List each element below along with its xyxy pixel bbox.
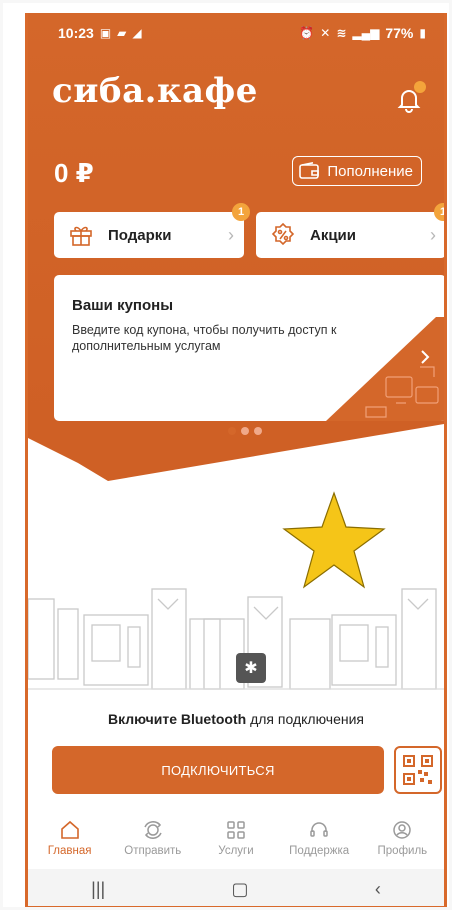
gift-icon — [70, 226, 92, 246]
tab-label: Услуги — [218, 845, 254, 857]
gallery-icon: ▣ — [99, 26, 112, 40]
balance-amount: 0 ₽ — [54, 158, 94, 188]
topup-label: Пополнение — [327, 162, 413, 180]
battery-level: 77% — [385, 25, 414, 41]
tab-label: Профиль — [377, 845, 428, 857]
carousel-dot[interactable] — [241, 427, 249, 435]
coupon-card[interactable]: Ваши купоны Введите код купона, чтобы по… — [54, 275, 444, 421]
promos-label: Акции — [310, 226, 357, 244]
topup-button[interactable]: Пополнение — [292, 156, 422, 186]
qr-scan-button[interactable] — [394, 746, 442, 794]
tab-support[interactable]: Поддержка — [280, 819, 358, 857]
mute-icon: ✕ — [320, 26, 331, 40]
carousel-dot[interactable] — [254, 427, 262, 435]
gifts-label: Подарки — [108, 226, 172, 244]
tab-label: Отправить — [124, 845, 182, 857]
coupon-title: Ваши купоны — [72, 297, 174, 314]
bluetooth-icon: ✱ — [236, 653, 266, 683]
connect-button[interactable]: ПОДКЛЮЧИТЬСЯ — [52, 746, 384, 794]
battery-icon: ▮ — [419, 26, 426, 40]
promos-button[interactable]: Акции › 1 — [256, 203, 444, 258]
navigation-icon: ◢ — [132, 26, 142, 40]
grid-icon — [227, 821, 245, 839]
promos-badge: 1 — [434, 203, 444, 221]
phone-screen: 10:23 ▣ ▰ ◢ ⏰ ✕ ≋ ▂▄▆ 77% ▮ сиба.кафе 0 … — [25, 13, 447, 907]
notification-dot — [414, 81, 426, 93]
bottom-tab-bar: Главная Отправить Услуги Поддержка Профи… — [28, 811, 444, 869]
gifts-badge: 1 — [232, 203, 250, 221]
bluetooth-prompt-rest: для подключения — [246, 711, 364, 727]
signal-icon: ▂▄▆ — [352, 26, 380, 40]
profile-icon — [393, 821, 412, 839]
headset-icon — [310, 822, 328, 837]
system-nav-bar: ||| ▢ ‹ — [28, 869, 444, 906]
back-icon[interactable]: ‹ — [375, 879, 381, 900]
chevron-right-icon: › — [228, 224, 234, 245]
carousel-dot[interactable] — [228, 427, 236, 435]
status-bar: 10:23 ▣ ▰ ◢ ⏰ ✕ ≋ ▂▄▆ 77% ▮ — [28, 13, 444, 53]
recent-apps-icon[interactable]: ||| — [91, 879, 105, 900]
send-icon — [144, 821, 162, 839]
wifi-icon: ≋ — [336, 26, 347, 40]
bluetooth-prompt: Включите Bluetooth для подключения — [28, 711, 444, 727]
tab-services[interactable]: Услуги — [197, 819, 275, 857]
screenshot-frame: 10:23 ▣ ▰ ◢ ⏰ ✕ ≋ ▂▄▆ 77% ▮ сиба.кафе 0 … — [0, 0, 452, 910]
star-icon — [282, 491, 386, 589]
qr-code-icon — [403, 755, 433, 785]
message-icon: ▰ — [117, 26, 127, 40]
coupon-illustration — [326, 317, 444, 421]
bluetooth-prompt-bold: Включите Bluetooth — [108, 711, 247, 727]
tab-label: Поддержка — [289, 845, 350, 857]
discount-icon — [271, 222, 295, 246]
wallet-icon — [299, 162, 320, 179]
home-icon — [60, 820, 79, 839]
tab-profile[interactable]: Профиль — [363, 819, 441, 857]
brand-logo: сиба.кафе — [52, 71, 258, 111]
tab-send[interactable]: Отправить — [114, 819, 192, 857]
carousel-dots[interactable] — [228, 427, 262, 435]
chevron-right-icon: › — [430, 224, 436, 245]
tab-label: Главная — [47, 845, 92, 857]
home-button-icon[interactable]: ▢ — [232, 879, 249, 900]
status-time: 10:23 — [58, 25, 94, 41]
alarm-icon: ⏰ — [299, 26, 315, 40]
gifts-button[interactable]: Подарки › 1 — [54, 203, 250, 258]
notifications-button[interactable] — [396, 81, 426, 113]
tab-home[interactable]: Главная — [31, 819, 109, 857]
